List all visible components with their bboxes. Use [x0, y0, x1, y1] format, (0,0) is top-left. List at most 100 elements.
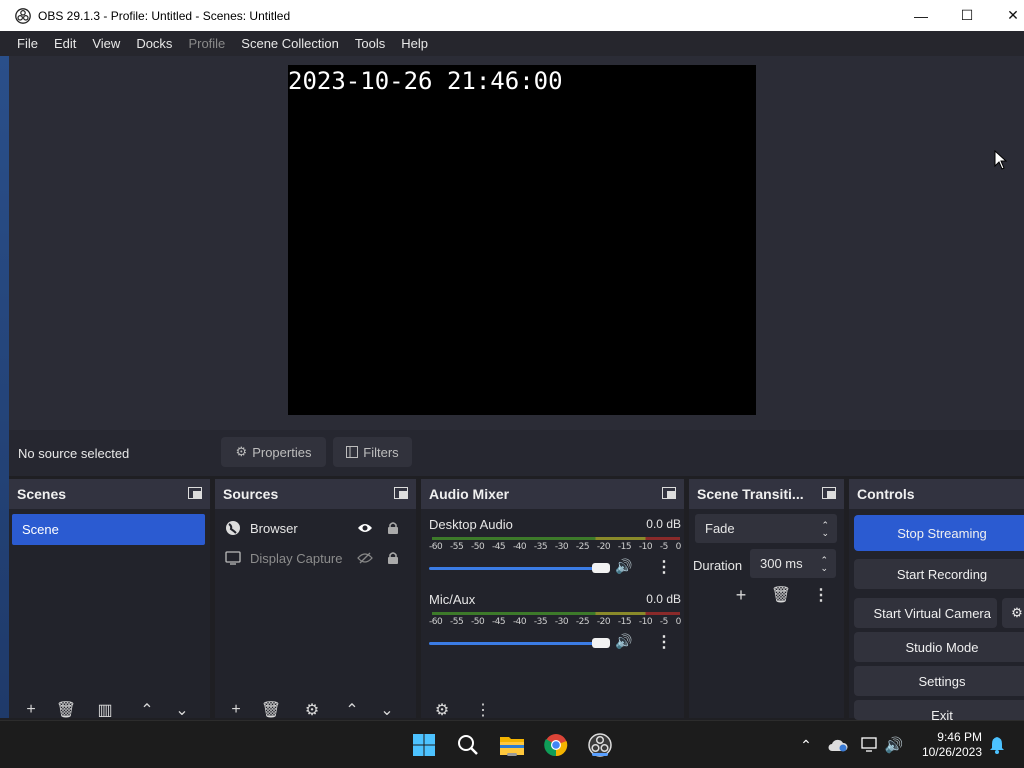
remove-scene-icon[interactable]: 🗑 [56, 702, 76, 719]
volume-slider-handle[interactable] [592, 638, 610, 648]
clock[interactable]: 9:46 PM 10/26/2023 [922, 730, 982, 760]
exit-button[interactable]: Exit [854, 700, 1024, 720]
meter-tick-label: -5 [659, 617, 668, 627]
menu-view[interactable]: View [84, 36, 128, 51]
add-source-icon[interactable]: + [226, 701, 246, 718]
start-recording-button[interactable]: Start Recording [854, 559, 1024, 589]
speaker-icon[interactable]: 🔊 [615, 558, 632, 575]
menu-docks[interactable]: Docks [128, 36, 180, 51]
volume-slider[interactable] [429, 567, 599, 570]
transition-menu-icon[interactable]: ⋮ [811, 587, 831, 604]
remove-transition-icon[interactable]: 🗑 [771, 587, 791, 604]
sources-title: Sources [223, 486, 279, 502]
menu-profile[interactable]: Profile [180, 36, 233, 51]
transition-type-select[interactable]: Fade ⌃ ⌄ [695, 514, 837, 543]
minimize-button[interactable]: — [898, 0, 944, 31]
duration-label: Duration [693, 558, 743, 573]
dock-float-icon[interactable] [394, 487, 408, 499]
show-hidden-icons-icon[interactable]: ⌃ [792, 731, 820, 759]
close-button[interactable]: ✕ [990, 0, 1024, 31]
menu-scene-collection[interactable]: Scene Collection [233, 36, 347, 51]
scene-filters-icon[interactable]: ▥ [95, 702, 115, 719]
meter-tick-label: -5 [659, 542, 668, 552]
filters-button[interactable]: Filters [333, 437, 412, 467]
sources-dock-header: Sources [215, 479, 416, 509]
transition-type-value: Fade [705, 521, 735, 536]
meter-tick-label: -10 [638, 542, 653, 552]
track-name: Desktop Audio [429, 517, 513, 532]
meter-scale: -60 -55 -50 -45 -40 -35 -30 -25 -20 -15 -10 -5 0 [429, 617, 681, 627]
stop-streaming-button[interactable]: Stop Streaming [854, 515, 1024, 551]
advanced-audio-icon[interactable]: ⚙ [432, 702, 452, 719]
sources-list [215, 509, 416, 718]
lock-icon[interactable] [387, 551, 399, 565]
volume-slider[interactable] [429, 642, 599, 645]
filters-icon [346, 446, 359, 458]
window-title: OBS 29.1.3 - Profile: Untitled - Scenes:… [38, 8, 291, 23]
track-db: 0.0 dB [646, 517, 681, 531]
duration-spinbox[interactable]: 300 ms ⌃ ⌄ [750, 549, 836, 578]
search-icon[interactable] [454, 731, 482, 759]
chrome-icon[interactable] [542, 731, 570, 759]
mixer-menu-icon[interactable]: ⋮ [473, 702, 493, 719]
controls-dock: Controls Stop Streaming Start Recording … [849, 479, 1024, 720]
source-name: Display Capture [250, 550, 343, 566]
maximize-button[interactable]: ☐ [944, 0, 990, 31]
onedrive-icon[interactable] [824, 731, 852, 759]
dock-float-icon[interactable] [188, 487, 202, 499]
file-explorer-icon[interactable] [498, 731, 526, 759]
move-scene-up-icon[interactable]: ⌃ [137, 702, 157, 719]
volume-meter [432, 612, 680, 615]
preview-canvas[interactable]: 2023-10-26 21:46:00 [288, 65, 756, 415]
volume-slider-handle[interactable] [592, 563, 610, 573]
menu-help[interactable]: Help [393, 36, 436, 51]
studio-mode-button[interactable]: Studio Mode [854, 632, 1024, 662]
add-transition-icon[interactable]: + [731, 585, 751, 605]
properties-label: Properties [252, 444, 312, 460]
meter-tick-label: -15 [617, 542, 632, 552]
source-row-browser[interactable]: Browser [225, 516, 410, 540]
meter-tick-label: -35 [533, 617, 548, 627]
mixer-track-mic-aux: Mic/Aux 0.0 dB -60 -55 -50 -45 -40 -35 -30 -25-… [429, 592, 681, 652]
spin-arrows-icon[interactable]: ⌃ ⌄ [820, 555, 828, 572]
meter-tick-label: -50 [470, 617, 485, 627]
virtual-camera-settings-icon[interactable]: ⚙ [1002, 598, 1024, 628]
move-scene-down-icon[interactable]: ⌄ [172, 702, 192, 719]
lock-icon[interactable] [387, 521, 399, 535]
active-indicator [592, 753, 608, 756]
meter-tick-label: -15 [617, 617, 632, 627]
move-source-up-icon[interactable]: ⌃ [342, 702, 362, 719]
track-menu-icon[interactable]: ⋮ [656, 557, 672, 577]
move-source-down-icon[interactable]: ⌄ [377, 702, 397, 719]
scene-item-label: Scene [22, 522, 59, 537]
meter-tick-label: -35 [533, 542, 548, 552]
dock-float-icon[interactable] [822, 487, 836, 499]
properties-button[interactable]: ⚙ Properties [221, 437, 326, 467]
meter-tick-label: 0 [675, 542, 682, 552]
speaker-icon[interactable]: 🔊 [615, 633, 632, 650]
start-menu-icon[interactable] [410, 731, 438, 759]
dock-float-icon[interactable] [662, 487, 676, 499]
source-name: Browser [250, 520, 298, 536]
globe-icon [226, 521, 240, 535]
audio-mixer-title: Audio Mixer [429, 486, 510, 502]
menu-tools[interactable]: Tools [347, 36, 393, 51]
meter-tick-label: -45 [491, 617, 506, 627]
obs-taskbar-icon[interactable] [586, 731, 614, 759]
eye-hidden-icon[interactable] [357, 552, 373, 564]
menu-edit[interactable]: Edit [46, 36, 84, 51]
start-virtual-camera-button[interactable]: Start Virtual Camera [854, 598, 997, 628]
volume-icon[interactable]: 🔊 [880, 731, 908, 759]
source-row-display-capture[interactable]: Display Capture [225, 546, 410, 570]
scene-item[interactable]: Scene [12, 514, 205, 545]
source-properties-icon[interactable]: ⚙ [302, 702, 322, 719]
menu-file[interactable]: File [0, 36, 46, 51]
remove-source-icon[interactable]: 🗑 [261, 702, 281, 719]
settings-button[interactable]: Settings [854, 666, 1024, 696]
source-toolbar: No source selected ⚙ Properties Filters [9, 430, 1024, 476]
track-menu-icon[interactable]: ⋮ [656, 632, 672, 652]
eye-icon[interactable] [357, 522, 373, 534]
notifications-bell-icon[interactable] [983, 731, 1011, 759]
obs-logo-icon [15, 7, 31, 24]
add-scene-icon[interactable]: + [21, 701, 41, 718]
